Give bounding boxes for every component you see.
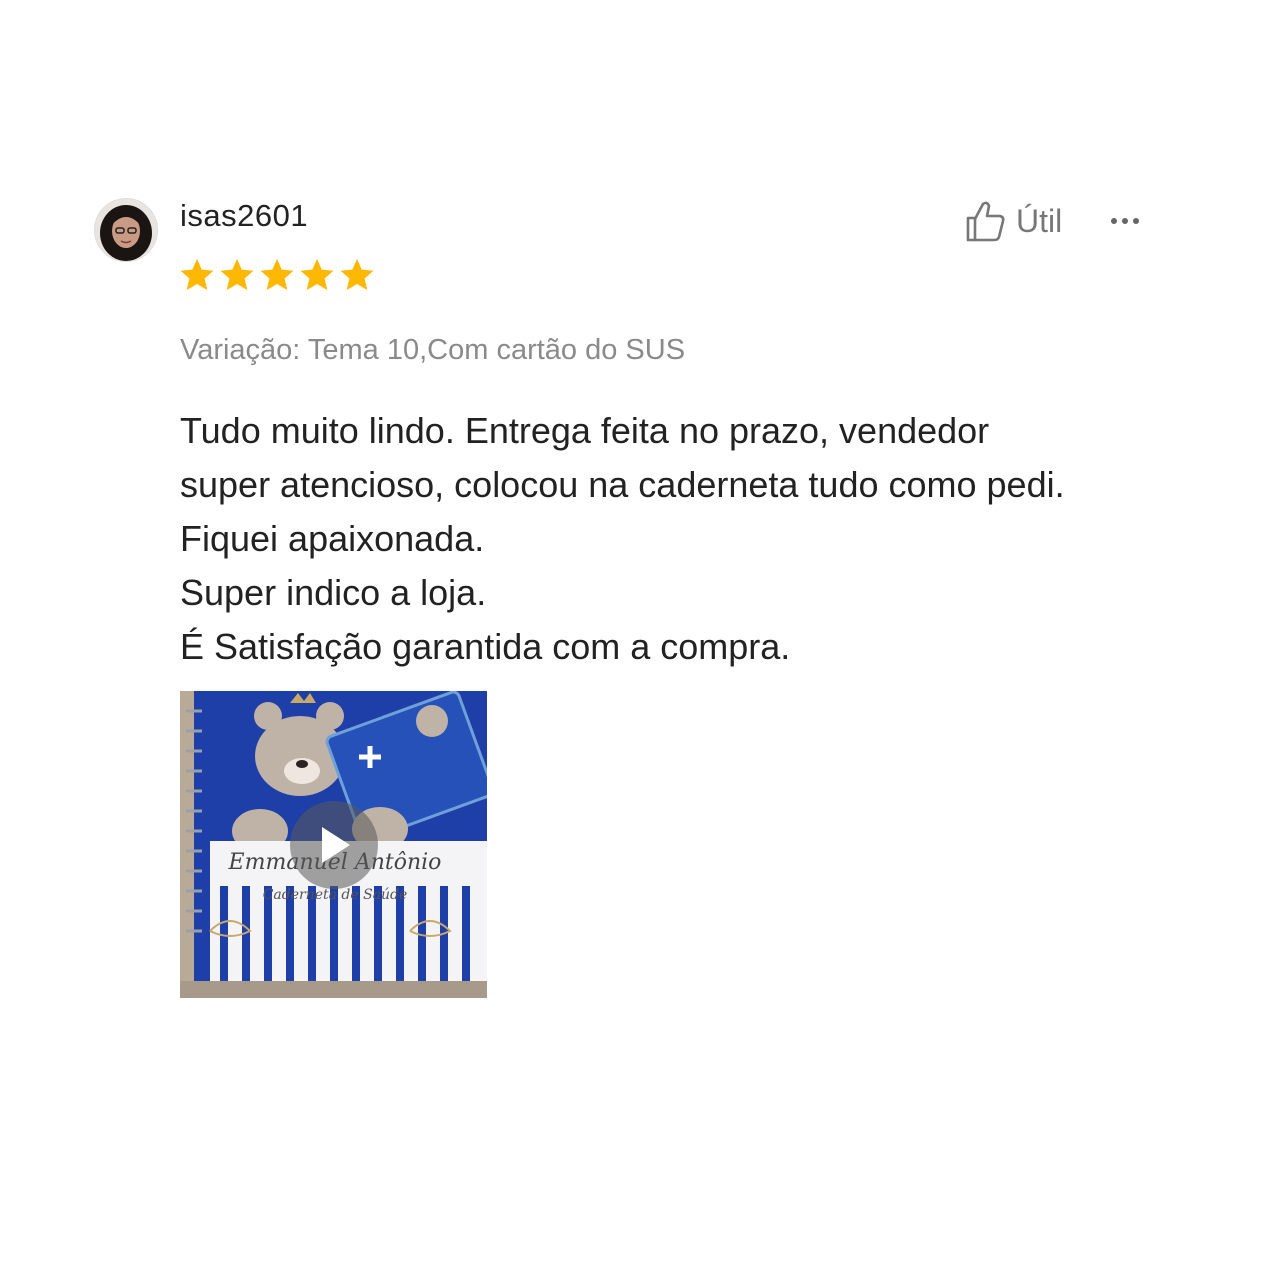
review-video-thumbnail[interactable]: Emmanuel Antônio Caderneta de Saúde [180,691,487,998]
comment-line: Fiquei apaixonada. [180,518,485,559]
more-horizontal-icon [1111,218,1139,224]
thumbs-up-icon [966,201,1005,242]
variation-label: Variação: Tema 10,Com cartão do SUS [180,334,686,366]
comment-line: Tudo muito lindo. Entrega feita no prazo… [180,410,990,451]
star-rating [178,256,376,294]
star-icon [220,258,254,291]
helpful-button[interactable]: Útil [964,198,1062,244]
avatar[interactable] [94,198,158,262]
review-comment: Tudo muito lindo. Entrega feita no prazo… [180,404,1180,674]
star-icon [180,258,214,291]
helpful-label: Útil [1016,202,1063,239]
review-card: isas2601 Útil Variação: Tema 10,Com cart… [0,0,1278,1278]
more-options-button[interactable] [1106,206,1144,236]
star-icon [340,258,374,291]
star-icon [260,258,294,291]
star-icon [300,258,334,291]
username: isas2601 [180,198,309,233]
play-button[interactable] [290,801,378,889]
comment-line: super atencioso, colocou na caderneta tu… [180,464,1065,505]
comment-line: É Satisfação garantida com a compra. [180,626,791,667]
comment-line: Super indico a loja. [180,572,487,613]
play-icon [322,827,350,863]
media-caption-sub: Caderneta de Saúde [263,887,408,903]
